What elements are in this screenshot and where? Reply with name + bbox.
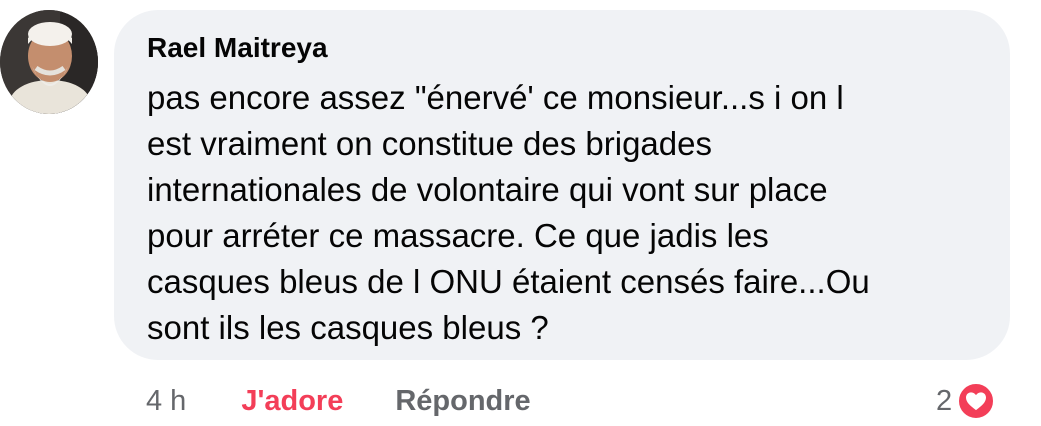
reaction-summary[interactable]: 2: [936, 378, 997, 424]
heart-icon: [956, 381, 997, 421]
comment-actions: 4 h J'adore Répondre: [146, 378, 531, 424]
reply-button[interactable]: Répondre: [395, 385, 530, 418]
comment-bubble: Rael Maitreya pas encore assez "énervé' …: [114, 10, 1010, 360]
comment-author[interactable]: Rael Maitreya: [147, 28, 978, 68]
react-button[interactable]: J'adore: [241, 385, 343, 418]
comment-timestamp[interactable]: 4 h: [146, 385, 186, 418]
reaction-count: 2: [936, 384, 953, 417]
comment-text: pas encore assez "énervé' ce monsieur...…: [147, 79, 870, 346]
avatar[interactable]: [0, 10, 98, 114]
